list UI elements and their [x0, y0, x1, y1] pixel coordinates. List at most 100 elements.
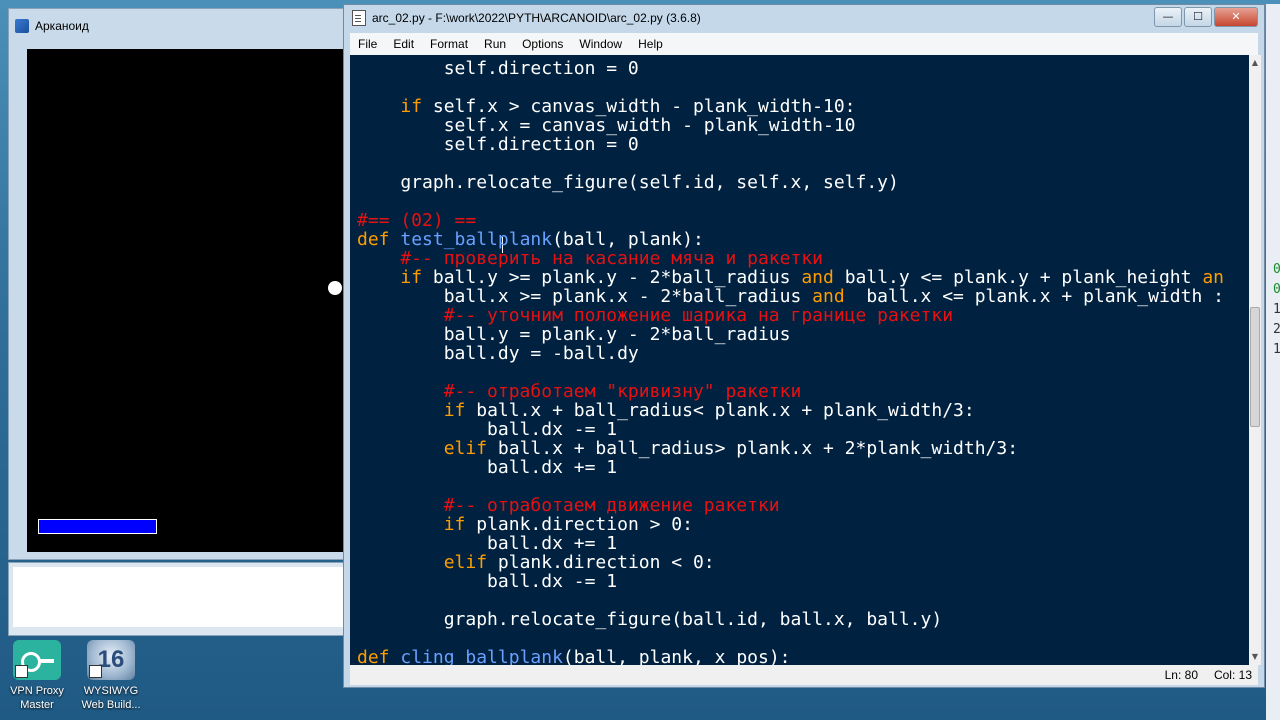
code-editor[interactable]: self.direction = 0 if self.x > canvas_wi…	[350, 55, 1249, 665]
code-token: if	[443, 514, 466, 535]
code-token: graph.relocate_figure(self.id, self.x, s…	[357, 172, 899, 193]
game-canvas[interactable]	[27, 49, 345, 552]
code-token: ball.dx -= 1	[357, 571, 618, 592]
code-token: plank.direction > 0:	[465, 514, 693, 535]
code-line[interactable]: #-- отработаем "кривизну" ракетки	[357, 381, 802, 402]
code-token: an	[1202, 267, 1225, 288]
code-line[interactable]: self.direction = 0	[357, 135, 639, 154]
close-button[interactable]: ✕	[1214, 7, 1258, 27]
code-token: if	[400, 96, 423, 117]
minimize-button[interactable]: —	[1154, 7, 1182, 27]
code-line[interactable]: ball.x >= plank.x - 2*ball_radius and ba…	[357, 287, 1224, 306]
maximize-button[interactable]: ☐	[1184, 7, 1212, 27]
code-token: test_ballplank	[400, 229, 553, 250]
code-line[interactable]: self.direction = 0	[357, 59, 639, 78]
code-line[interactable]: ball.dx -= 1	[357, 420, 617, 439]
code-token: (ball, plank):	[552, 229, 704, 250]
code-token: #== (02) ==	[357, 210, 477, 231]
scroll-down-icon[interactable]: ▼	[1249, 651, 1261, 663]
code-line[interactable]: def test_ballplank(ball, plank):	[357, 230, 704, 249]
code-token: self.direction = 0	[357, 58, 639, 79]
code-line[interactable]: self.x = canvas_width - plank_width-10	[357, 116, 856, 135]
code-token: ball.x >= plank.x - 2*ball_radius	[357, 286, 813, 307]
code-line[interactable]: ball.dx -= 1	[357, 572, 617, 591]
menu-bar: File Edit Format Run Options Window Help	[350, 33, 1258, 55]
code-token: ball.dx += 1	[357, 533, 618, 554]
code-token: ball.dx -= 1	[357, 419, 618, 440]
code-line[interactable]: graph.relocate_figure(ball.id, ball.x, b…	[357, 609, 943, 630]
code-token: self.x = canvas_width - plank_width-10	[357, 115, 856, 136]
code-token: graph.relocate_figure(ball.id, ball.x, b…	[357, 609, 943, 630]
code-token: ball.dy = -ball.dy	[357, 343, 639, 364]
code-line[interactable]: ball.dx += 1	[357, 534, 617, 553]
code-token: self.direction = 0	[357, 134, 639, 155]
code-line[interactable]: if ball.y >= plank.y - 2*ball_radius and…	[357, 268, 1224, 287]
code-token: cling_ballplank	[400, 647, 563, 665]
background-glyph: 1	[1273, 342, 1280, 357]
menu-window[interactable]: Window	[571, 37, 630, 51]
code-token: and	[812, 286, 845, 307]
code-token: ball.y >= plank.y - 2*ball_radius	[422, 267, 802, 288]
code-token: plank.direction < 0:	[487, 552, 715, 573]
code-line[interactable]: elif plank.direction < 0:	[357, 553, 715, 572]
desktop-icon-label: VPN Proxy Master	[10, 685, 64, 711]
code-line[interactable]: elif ball.x + ball_radius> plank.x + 2*p…	[357, 439, 1018, 458]
code-token: ball.x + ball_radius> plank.x + 2*plank_…	[487, 438, 1019, 459]
code-line[interactable]: #-- уточним положение шарика на границе …	[357, 306, 953, 325]
code-token: and	[801, 267, 834, 288]
scrollbar-thumb[interactable]	[1250, 307, 1260, 427]
desktop-icon-wysiwyg[interactable]: 16 WYSIWYG Web Build...	[76, 640, 146, 712]
code-token: (ball, plank, x_pos):	[562, 647, 791, 665]
code-token: def	[357, 229, 390, 250]
menu-format[interactable]: Format	[422, 37, 476, 51]
menu-help[interactable]: Help	[630, 37, 671, 51]
game-window-title: Арканоид	[35, 19, 89, 33]
wysiwyg-16-icon: 16	[87, 640, 135, 680]
code-token: ball.dx += 1	[357, 457, 618, 478]
code-token: if	[400, 267, 423, 288]
plank	[38, 519, 157, 534]
code-token: elif	[443, 552, 488, 573]
background-glyph: 2	[1273, 322, 1280, 337]
code-line[interactable]: if ball.x + ball_radius< plank.x + plank…	[357, 401, 975, 420]
ball	[328, 281, 342, 295]
editor-window: arc_02.py - F:\work\2022\PYTH\ARCANOID\a…	[343, 4, 1265, 688]
menu-options[interactable]: Options	[514, 37, 571, 51]
code-line[interactable]: if self.x > canvas_width - plank_width-1…	[357, 96, 856, 117]
menu-edit[interactable]: Edit	[385, 37, 422, 51]
scroll-up-icon[interactable]: ▲	[1249, 57, 1261, 69]
code-token: def	[357, 647, 390, 665]
code-token: ball.x + ball_radius< plank.x + plank_wi…	[465, 400, 975, 421]
vertical-scrollbar[interactable]: ▲ ▼	[1249, 55, 1261, 665]
code-line[interactable]: ball.y = plank.y - 2*ball_radius	[357, 325, 791, 344]
code-line[interactable]: #-- отработаем движение ракетки	[357, 496, 780, 515]
status-column: Col: 13	[1213, 668, 1252, 682]
code-token: if	[443, 400, 466, 421]
vpn-key-icon	[13, 640, 61, 680]
code-line[interactable]: if plank.direction > 0:	[357, 515, 693, 534]
code-line[interactable]: def cling_ballplank(ball, plank, x_pos):	[357, 648, 791, 665]
code-line[interactable]: graph.relocate_figure(self.id, self.x, s…	[357, 173, 899, 192]
code-token: ball.x <= plank.x + plank_width :	[844, 286, 1224, 307]
menu-run[interactable]: Run	[476, 37, 514, 51]
menu-file[interactable]: File	[350, 37, 385, 51]
code-line[interactable]: ball.dy = -ball.dy	[357, 344, 639, 363]
code-token: self.x > canvas_width - plank_width-10:	[422, 96, 856, 117]
game-window-titlebar[interactable]: Арканоид	[9, 9, 347, 43]
code-line[interactable]: #-- проверить на касание мяча и ракетки	[357, 249, 823, 268]
desktop-icon-vpn-proxy-master[interactable]: VPN Proxy Master	[2, 640, 72, 712]
background-glyph: 0	[1273, 262, 1280, 277]
code-line[interactable]: #== (02) ==	[357, 211, 476, 230]
code-token: #-- отработаем "кривизну" ракетки	[357, 381, 802, 402]
editor-titlebar[interactable]: arc_02.py - F:\work\2022\PYTH\ARCANOID\a…	[344, 5, 1264, 31]
window-controls: — ☐ ✕	[1154, 7, 1258, 27]
code-token: elif	[443, 438, 488, 459]
code-line[interactable]: ball.dx += 1	[357, 458, 617, 477]
python-feather-icon	[15, 19, 29, 33]
code-token: #-- проверить на касание мяча и ракетки	[357, 248, 823, 269]
